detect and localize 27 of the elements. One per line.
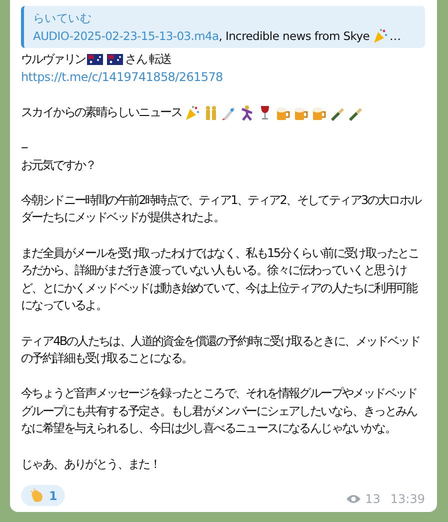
message-paragraph: ティア4Bの人たちは、人道的資金を償還の予約時に受け取るときに、メッドベッドの予約詳細も受け取ることになる。	[21, 332, 420, 368]
file-name: AUDIO-2025-02-23-15-13-03.m4a	[33, 28, 219, 45]
forward-label: さん 転送	[125, 51, 171, 68]
reply-author: らいていむ	[33, 10, 93, 27]
party-popper-icon	[372, 28, 388, 44]
message-paragraph: 今朝シドニー時間の午前2時時点で、ティア1、ティア2、そしてティア3の大ロホルダーたちにメッドベッドが提供されたよ。	[21, 192, 422, 226]
view-count: 13	[365, 492, 380, 506]
message-paragraph: -- お元気ですか？	[21, 138, 97, 174]
message-paragraph: じゃあ、ありがとう、また！	[21, 456, 162, 473]
message-paragraph: まだ全員がメールを受け取ったわけではなく、私も15分くらい前に受け取ったところだから、詳細がまだ行き渡っていない人もいる。徐々に伝わっていくと思うけど、とにかくメッドベッドは動き始めていて、今は上位ティアの人たちに利用可能になっているよ。	[21, 244, 420, 314]
dancer-icon	[238, 104, 255, 121]
flag-icon	[87, 54, 104, 66]
ellipsis: …	[390, 28, 401, 45]
forward-name: ウルヴァリン	[21, 51, 86, 68]
reply-snippet: , Incredible news from Skye	[218, 28, 370, 45]
party-popper-icon	[184, 104, 200, 121]
beer-mug-icon	[274, 104, 291, 121]
reply-preview[interactable]: らいていむ AUDIO-2025-02-23-15-13-03.m4a, Incredible news from Skye …	[21, 6, 425, 48]
beer-mug-icon	[310, 104, 327, 121]
flag-icon	[107, 54, 124, 66]
message-paragraph: 今ちょうど音声メッセージを録ったところで、それを情報グループやメッドベッドグループにも共有する予定さ。もし君がメンバーにシェアしたいなら、きっとみんなに希望を与えられるし、今日は少し喜べるニュースになるんじゃないかな。	[21, 385, 418, 438]
headline: スカイからの素晴らしいニュース	[21, 104, 182, 121]
message-time: 13:39	[390, 492, 425, 506]
beer-mug-icon	[292, 104, 309, 121]
message-link[interactable]: https://t.me/c/1419741858/261578	[21, 68, 223, 86]
eye-icon	[346, 494, 362, 504]
reaction-button[interactable]: 1	[21, 485, 66, 506]
